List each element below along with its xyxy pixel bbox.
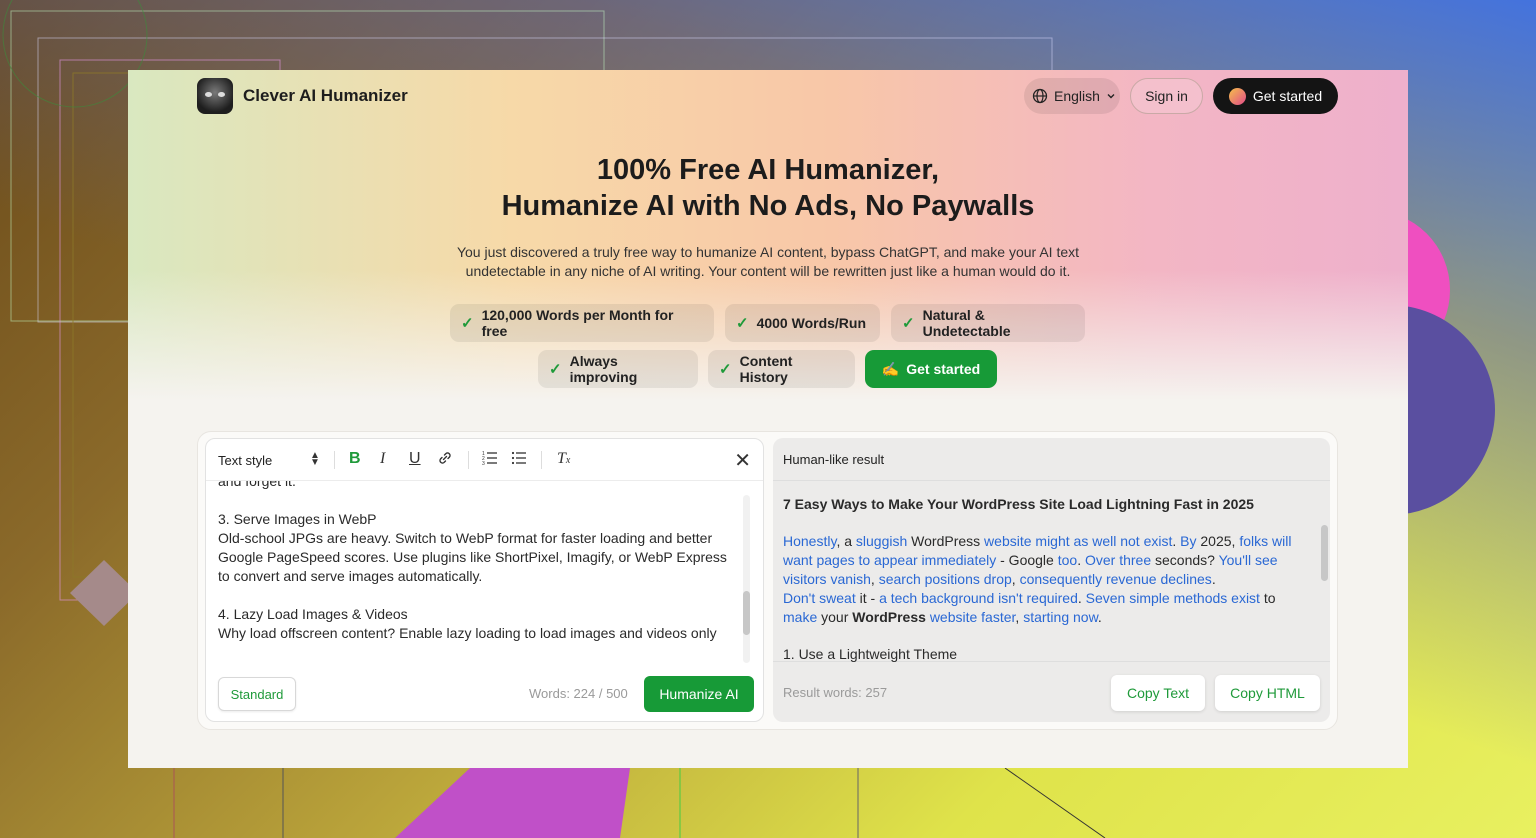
ordered-list-icon[interactable]: 123: [482, 450, 498, 471]
editor-toolbar: Text style ▲ ▼ B I U 123 Tx ✕: [206, 439, 763, 481]
feature-pill: ✓ Always improving: [538, 350, 698, 388]
feature-pill: ✓ 120,000 Words per Month for free: [450, 304, 714, 342]
editor-line: and forget it.: [218, 481, 296, 489]
feature-pill: ✓ Natural & Undetectable: [891, 304, 1085, 342]
editor-line: Old-school JPGs are heavy. Switch to Web…: [218, 530, 713, 546]
result-panel: Human-like result 7 Easy Ways to Make Yo…: [773, 438, 1330, 722]
toolbar-divider: [334, 451, 335, 469]
close-icon[interactable]: ✕: [734, 448, 751, 473]
subtitle-line-2: undetectable in any niche of AI writing.…: [465, 263, 1071, 279]
subtitle-line-1: You just discovered a truly free way to …: [456, 244, 1080, 260]
italic-icon[interactable]: I: [380, 450, 385, 468]
hero-get-started-label: Get started: [906, 361, 981, 377]
svg-text:3: 3: [482, 461, 485, 466]
text-style-select[interactable]: Text style: [218, 453, 272, 468]
page-subtitle: You just discovered a truly free way to …: [128, 243, 1408, 281]
get-started-label: Get started: [1252, 88, 1323, 104]
copy-text-button[interactable]: Copy Text: [1111, 675, 1205, 711]
brand-logo[interactable]: [197, 78, 233, 114]
check-icon: ✓: [549, 361, 562, 378]
toolbar-divider: [541, 451, 542, 469]
rocket-icon: [1228, 87, 1246, 105]
bold-icon[interactable]: B: [349, 450, 361, 468]
globe-icon: [1032, 88, 1048, 104]
input-editor: Text style ▲ ▼ B I U 123 Tx ✕ and forget…: [205, 438, 764, 722]
result-list-item: 1. Use a Lightweight Theme: [783, 646, 958, 662]
result-heading: Human-like result: [783, 452, 885, 467]
language-label: English: [1054, 88, 1100, 104]
editor-scrollbar-thumb[interactable]: [743, 591, 750, 635]
language-selector[interactable]: English: [1024, 78, 1120, 114]
feature-label: Natural & Undetectable: [922, 307, 1011, 339]
editor-line: Google PageSpeed scores. Use plugins lik…: [218, 549, 727, 565]
header-get-started-button[interactable]: Get started: [1213, 78, 1338, 114]
result-scrollbar-thumb[interactable]: [1321, 525, 1328, 581]
app-window: Clever AI Humanizer English Sign in Get …: [128, 70, 1408, 768]
sign-in-button[interactable]: Sign in: [1130, 78, 1203, 114]
feature-label: Always improving: [569, 353, 638, 385]
page-title: 100% Free AI Humanizer, Humanize AI with…: [128, 152, 1408, 224]
check-icon: ✓: [736, 315, 749, 332]
title-line-2: Humanize AI with No Ads, No Paywalls: [501, 190, 1035, 222]
editor-line: 3. Serve Images in WebP: [218, 511, 377, 527]
feature-label: 4000 Words/Run: [756, 315, 867, 331]
chevron-down-icon: [1107, 94, 1115, 99]
check-icon: ✓: [902, 315, 915, 332]
feature-pill: ✓ 4000 Words/Run: [725, 304, 880, 342]
editor-scrollbar-track[interactable]: [743, 495, 750, 663]
check-icon: ✓: [719, 361, 732, 378]
humanize-button[interactable]: Humanize AI: [644, 676, 754, 712]
feature-label: Content History: [739, 353, 793, 385]
editor-line: 4. Lazy Load Images & Videos: [218, 606, 408, 622]
mode-standard-button[interactable]: Standard: [218, 677, 296, 711]
feature-label: 120,000 Words per Month for free: [481, 307, 674, 339]
result-paragraph: Honestly, a sluggish WordPress website m…: [783, 533, 1292, 625]
editor-line: to convert and serve images automaticall…: [218, 568, 483, 584]
link-icon[interactable]: [437, 450, 453, 471]
title-line-1: 100% Free AI Humanizer,: [596, 154, 940, 186]
editor-line: Why load offscreen content? Enable lazy …: [218, 625, 717, 641]
underline-icon[interactable]: U: [409, 450, 421, 468]
toolbar-divider: [468, 451, 469, 469]
word-count: Words: 224 / 500: [529, 686, 628, 701]
hero-get-started-button[interactable]: ✍ Get started: [865, 350, 997, 388]
updown-arrows-icon: ▲ ▼: [310, 450, 320, 468]
result-word-count: Result words: 257: [783, 685, 888, 700]
result-text[interactable]: 7 Easy Ways to Make Your WordPress Site …: [783, 495, 1303, 663]
clear-format-icon[interactable]: Tx: [557, 450, 570, 468]
feature-pill: ✓ Content History: [708, 350, 855, 388]
result-body: 7 Easy Ways to Make Your WordPress Site …: [773, 480, 1330, 662]
copy-html-button[interactable]: Copy HTML: [1215, 675, 1320, 711]
check-icon: ✓: [461, 315, 474, 332]
writing-hand-icon: ✍: [881, 360, 900, 377]
brand-name[interactable]: Clever AI Humanizer: [243, 86, 408, 106]
result-title: 7 Easy Ways to Make Your WordPress Site …: [783, 496, 1254, 512]
bullet-list-icon[interactable]: [511, 450, 527, 471]
editor-textarea[interactable]: and forget it. 3. Serve Images in WebP O…: [218, 481, 738, 663]
